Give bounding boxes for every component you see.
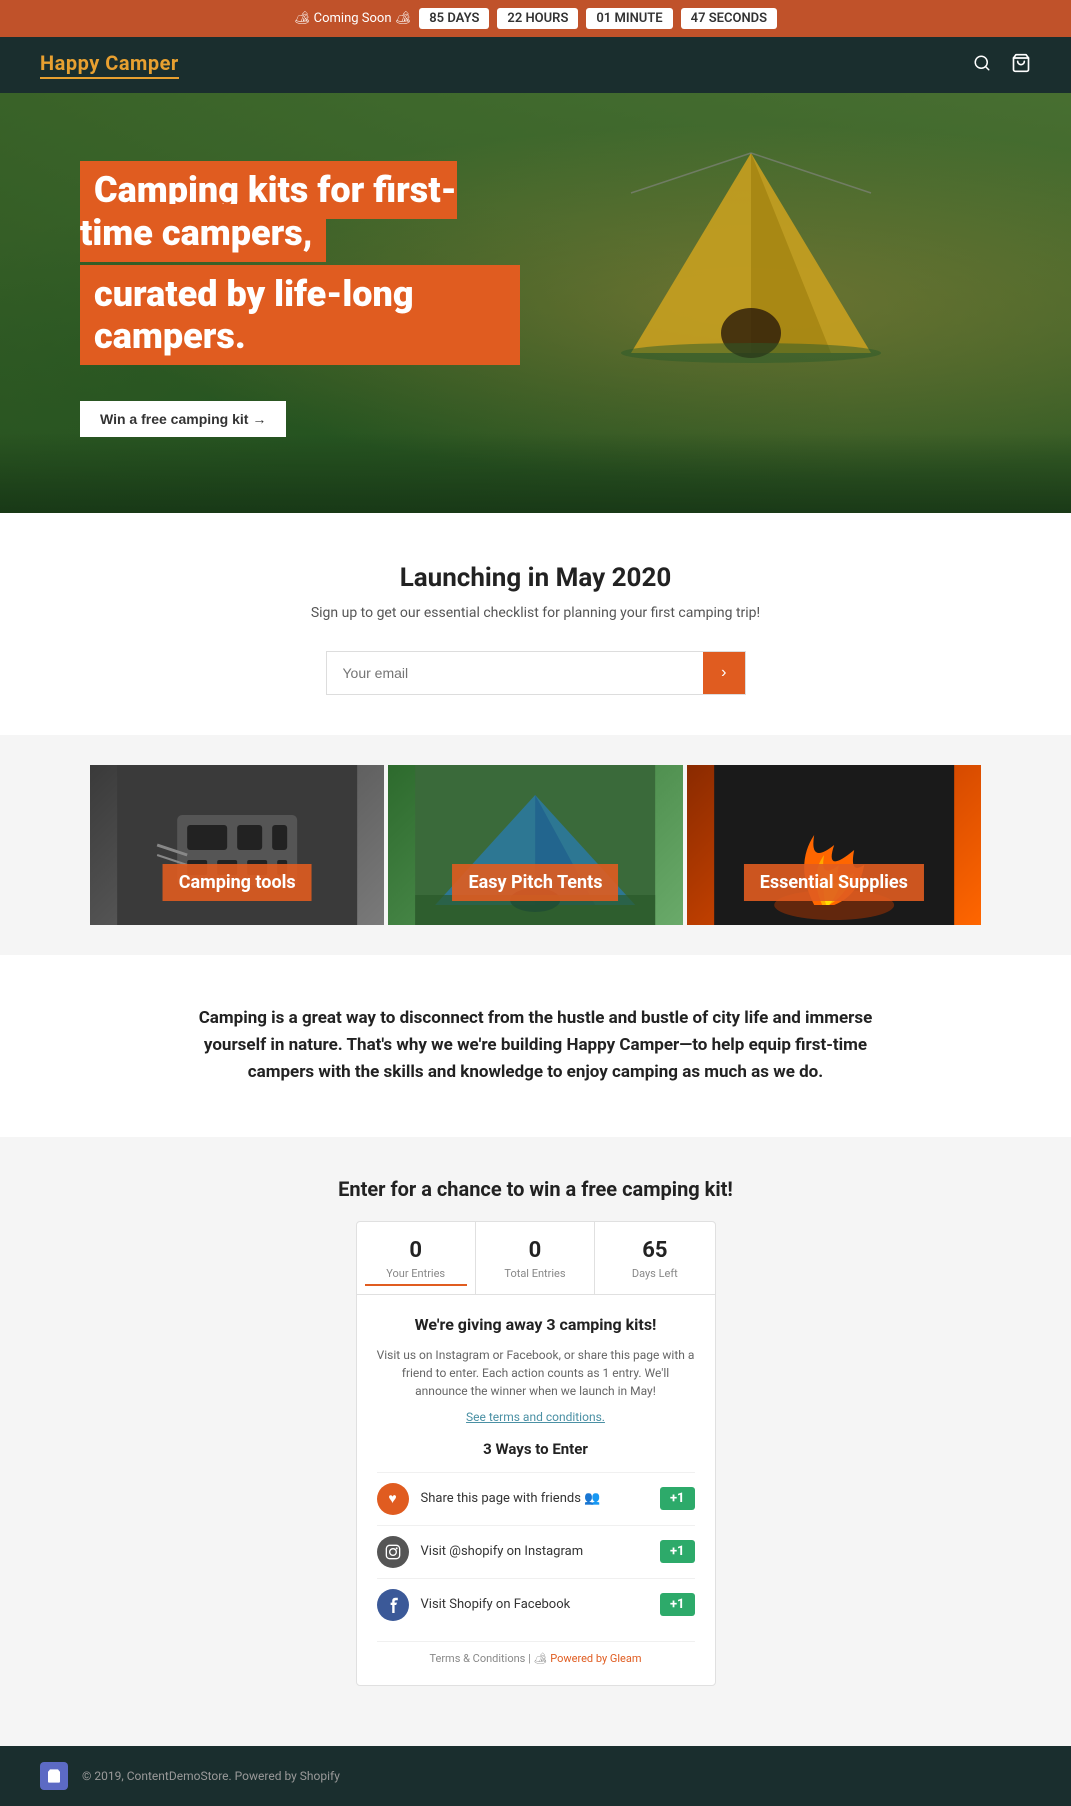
hero-section: Camping kits for first-time campers, cur…	[0, 93, 1071, 513]
entry-text-instagram: Visit @shopify on Instagram	[421, 1544, 660, 1559]
email-signup-form: ›	[326, 651, 746, 695]
facebook-icon	[377, 1589, 409, 1621]
ways-title: 3 Ways to Enter	[377, 1440, 695, 1458]
email-input[interactable]	[327, 652, 704, 694]
entry-text-share: Share this page with friends 👥	[421, 1491, 660, 1506]
total-entries-number: 0	[484, 1238, 586, 1263]
hero-title-line2: curated by life-long campers.	[80, 265, 520, 365]
share-icon: ♥	[377, 1483, 409, 1515]
category-label-supplies: Essential Supplies	[744, 864, 924, 901]
entry-method-instagram[interactable]: Visit @shopify on Instagram +1	[377, 1525, 695, 1578]
category-section: Camping tools Easy Pitch Tents Essential	[0, 735, 1071, 955]
category-card-supplies[interactable]: Essential Supplies	[687, 765, 981, 925]
shopify-bag-icon	[40, 1762, 68, 1790]
giveaway-widget: 0 Your Entries 0 Total Entries 65 Days L…	[356, 1221, 716, 1686]
gleam-link[interactable]: Powered by Gleam	[550, 1652, 641, 1665]
footer-terms-text: Terms & Conditions | 🏕	[429, 1652, 550, 1665]
total-entries-label: Total Entries	[484, 1267, 586, 1280]
days-left-number: 65	[603, 1238, 706, 1263]
search-icon[interactable]	[973, 54, 991, 77]
category-label-tools: Camping tools	[163, 864, 312, 901]
entry-method-facebook[interactable]: Visit Shopify on Facebook +1	[377, 1578, 695, 1631]
footer-copyright: © 2019, ContentDemoStore. Powered by Sho…	[82, 1769, 340, 1783]
cart-icon[interactable]	[1011, 53, 1031, 78]
about-section: Camping is a great way to disconnect fro…	[0, 955, 1071, 1137]
countdown-minutes: 01 MINUTE	[586, 8, 672, 29]
widget-body: We're giving away 3 camping kits! Visit …	[357, 1295, 715, 1685]
entry-text-facebook: Visit Shopify on Facebook	[421, 1597, 660, 1612]
days-left-label: Days Left	[603, 1267, 706, 1280]
category-grid: Camping tools Easy Pitch Tents Essential	[90, 765, 981, 925]
entry-points-instagram: +1	[660, 1540, 695, 1563]
category-label-tents: Easy Pitch Tents	[453, 864, 619, 901]
stat-your-entries: 0 Your Entries	[357, 1222, 476, 1294]
launch-subtitle: Sign up to get our essential checklist f…	[40, 605, 1031, 621]
hero-cta-button[interactable]: Win a free camping kit →	[80, 401, 286, 437]
site-footer: © 2019, ContentDemoStore. Powered by Sho…	[0, 1746, 1071, 1806]
hero-content: Camping kits for first-time campers, cur…	[0, 169, 600, 437]
email-submit-button[interactable]: ›	[703, 652, 744, 694]
tent-illustration	[611, 133, 891, 433]
terms-link[interactable]: See terms and conditions.	[377, 1410, 695, 1424]
about-text: Camping is a great way to disconnect fro…	[196, 1005, 876, 1087]
entry-method-share[interactable]: ♥ Share this page with friends 👥 +1	[377, 1472, 695, 1525]
your-entries-number: 0	[365, 1238, 467, 1263]
launch-title: Launching in May 2020	[40, 563, 1031, 593]
site-logo[interactable]: Happy Camper	[40, 51, 179, 79]
stats-row: 0 Your Entries 0 Total Entries 65 Days L…	[357, 1222, 715, 1295]
entry-points-share: +1	[660, 1487, 695, 1510]
countdown-hours: 22 HOURS	[497, 8, 578, 29]
widget-description: Visit us on Instagram or Facebook, or sh…	[377, 1346, 695, 1400]
giveaway-section: Enter for a chance to win a free camping…	[0, 1137, 1071, 1746]
site-header: Happy Camper	[0, 37, 1071, 93]
widget-footer: Terms & Conditions | 🏕 Powered by Gleam	[377, 1641, 695, 1675]
stat-days-left: 65 Days Left	[595, 1222, 714, 1294]
giveaway-title: Enter for a chance to win a free camping…	[60, 1177, 1011, 1201]
countdown-days: 85 DAYS	[419, 8, 489, 29]
widget-heading: We're giving away 3 camping kits!	[377, 1315, 695, 1334]
stat-total-entries: 0 Total Entries	[476, 1222, 595, 1294]
countdown-seconds: 47 SECONDS	[681, 8, 777, 29]
your-entries-label: Your Entries	[365, 1267, 467, 1286]
entry-points-facebook: +1	[660, 1593, 695, 1616]
announcement-bar: 🏕 Coming Soon 🏕 85 DAYS 22 HOURS 01 MINU…	[0, 0, 1071, 37]
coming-soon-text: 🏕 Coming Soon 🏕	[294, 11, 411, 26]
launch-section: Launching in May 2020 Sign up to get our…	[0, 513, 1071, 735]
category-card-tents[interactable]: Easy Pitch Tents	[388, 765, 682, 925]
instagram-icon	[377, 1536, 409, 1568]
header-icons	[973, 53, 1031, 78]
category-card-tools[interactable]: Camping tools	[90, 765, 384, 925]
hero-title-line1: Camping kits for first-time campers,	[80, 161, 457, 262]
